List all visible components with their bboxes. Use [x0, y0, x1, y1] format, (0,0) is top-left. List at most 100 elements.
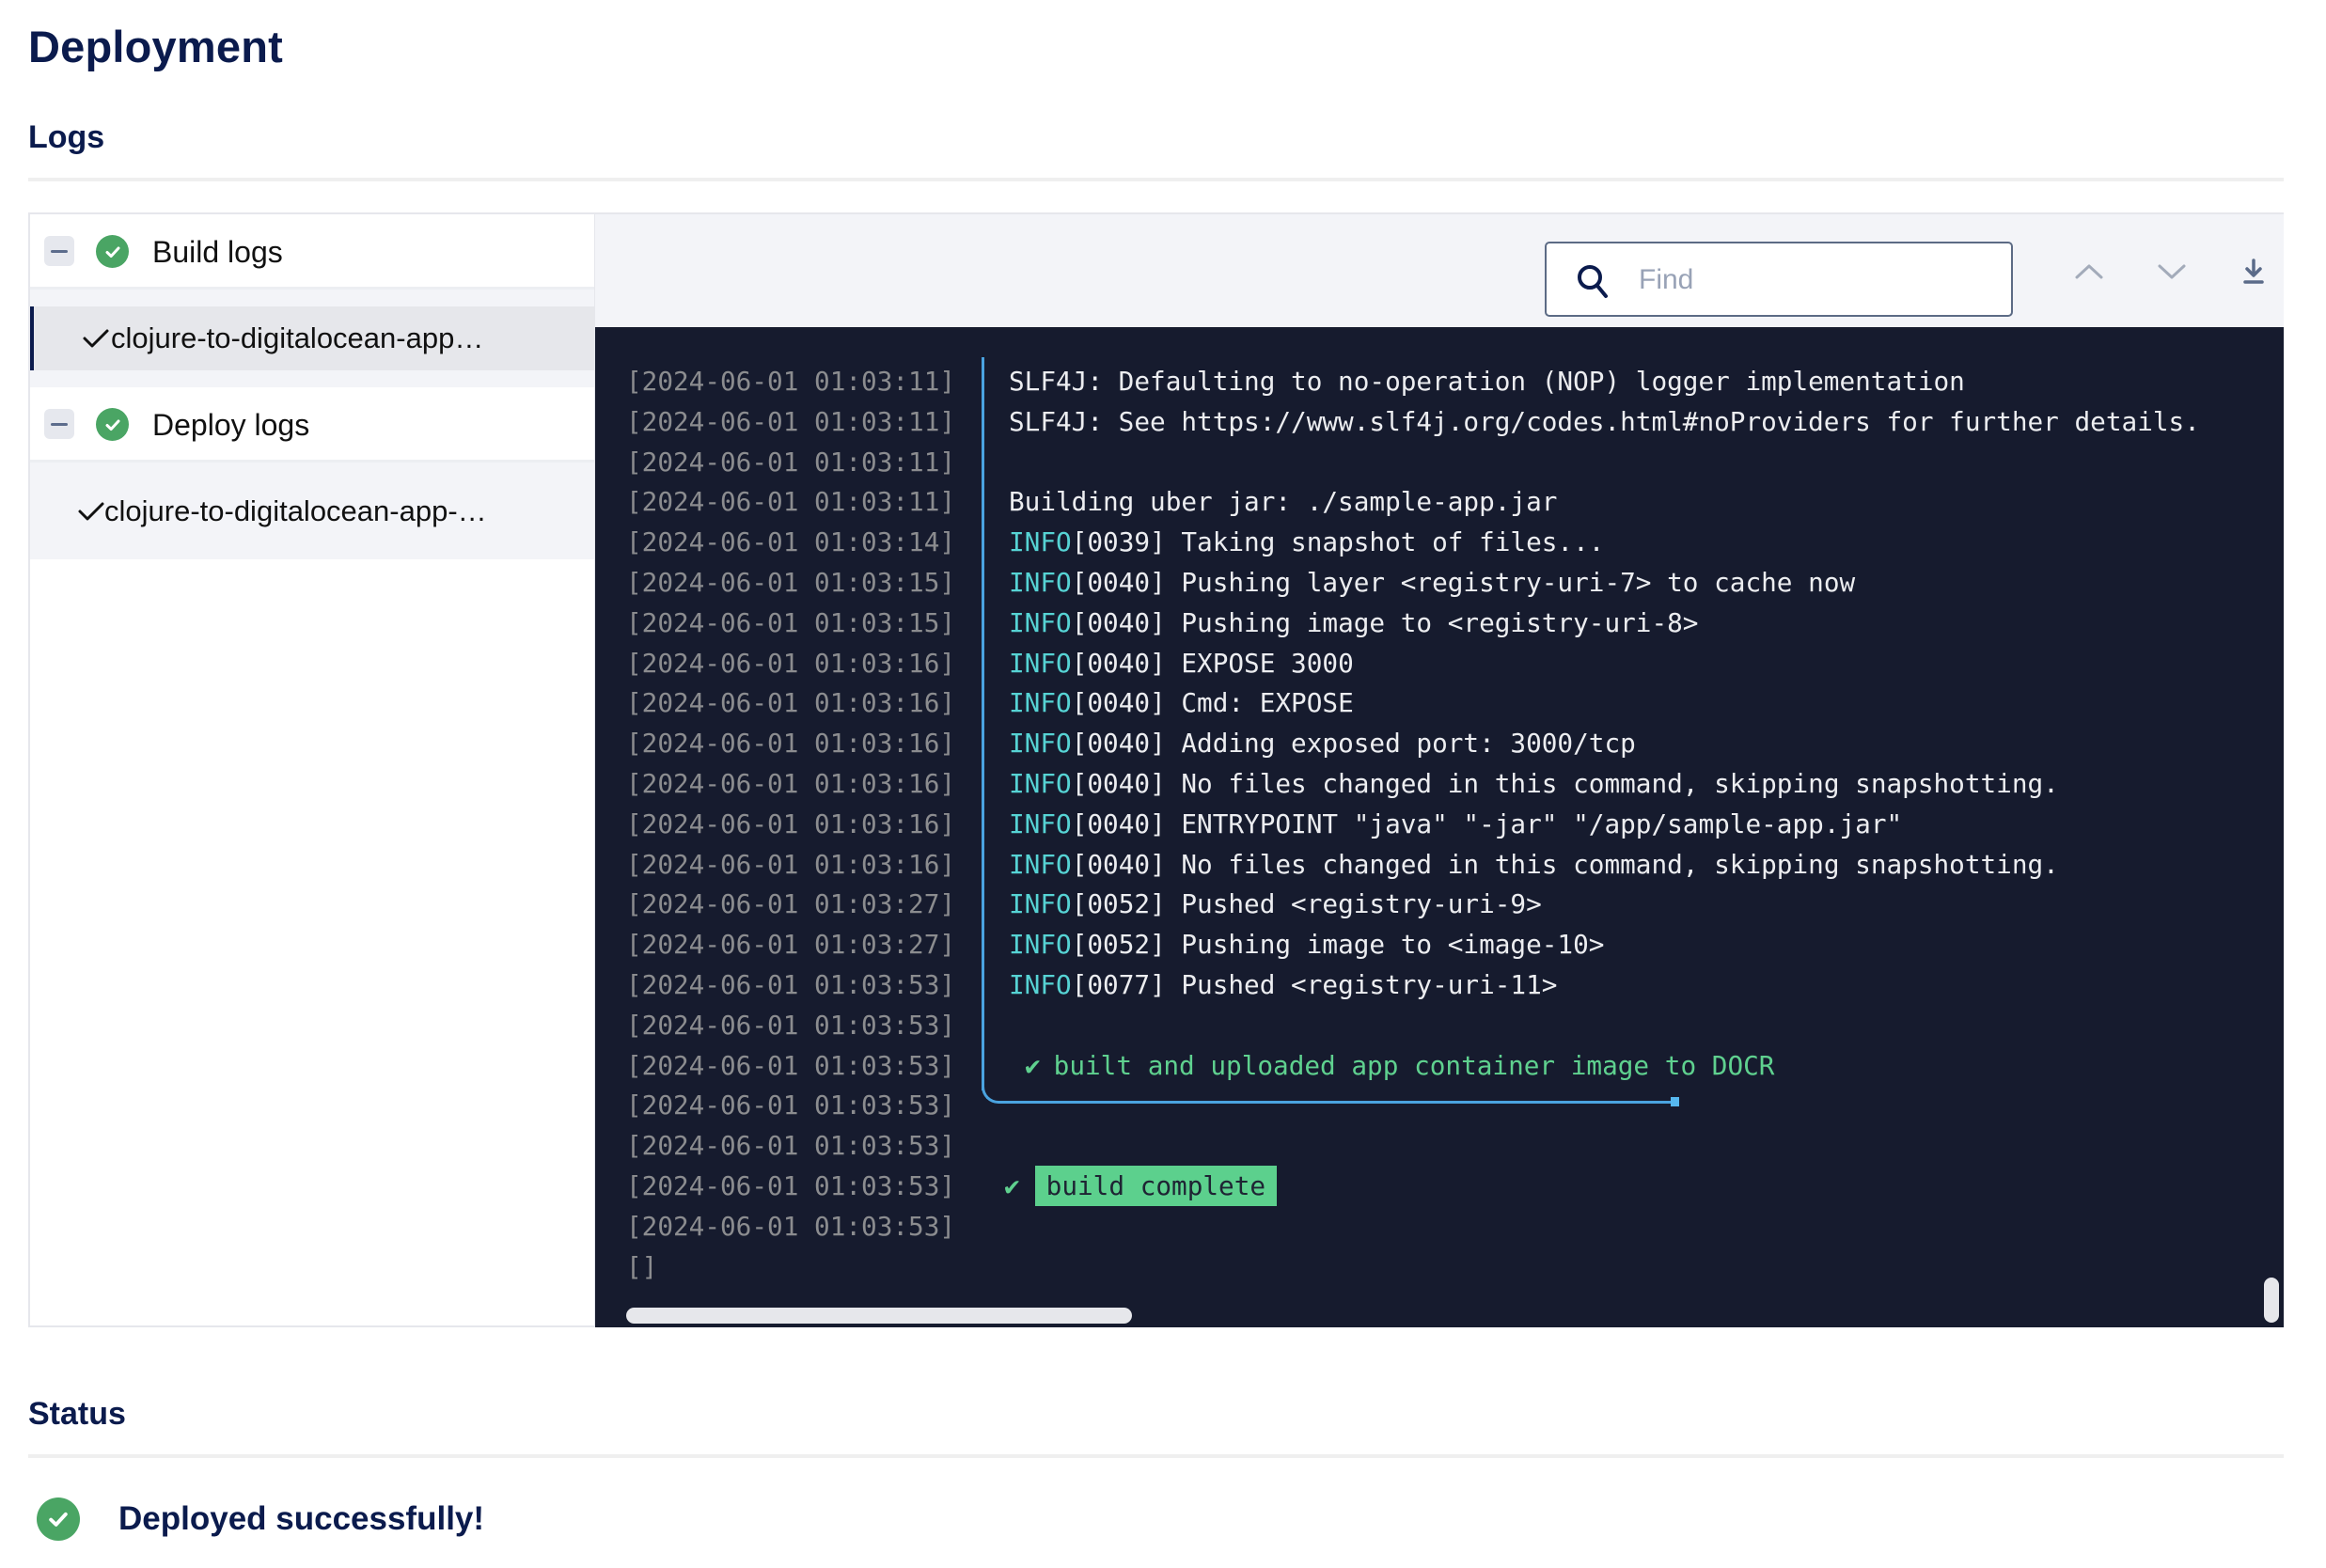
- log-timestamp: [2024-06-01 01:03:11]: [626, 366, 956, 397]
- log-text: [0040] No files changed in this command,…: [1071, 848, 2059, 880]
- tree-item-label: clojure-to-digitalocean-app-…: [104, 494, 487, 527]
- log-level-badge: INFO: [1009, 687, 1072, 719]
- log-timestamp: [2024-06-01 01:03:53]: [626, 969, 956, 1000]
- log-timestamp: [2024-06-01 01:03:15]: [626, 567, 956, 598]
- collapse-icon[interactable]: [44, 409, 74, 439]
- status-section-title: Status: [28, 1396, 126, 1432]
- log-output[interactable]: [2024-06-01 01:03:11] SLF4J: Defaulting t…: [595, 327, 2284, 1327]
- horizontal-scrollbar[interactable]: [626, 1308, 1132, 1324]
- log-timestamp: [2024-06-01 01:03:11]: [626, 446, 956, 478]
- log-text: [0040] Cmd: EXPOSE: [1071, 687, 1354, 719]
- tree-item-build-component[interactable]: clojure-to-digitalocean-app…: [30, 306, 594, 370]
- log-text: [0040] Adding exposed port: 3000/tcp: [1071, 728, 1636, 760]
- log-timestamp: [2024-06-01 01:03:16]: [626, 728, 956, 760]
- vertical-scrollbar[interactable]: [2264, 1278, 2279, 1323]
- success-check-icon: [37, 1497, 80, 1541]
- status-divider: [28, 1454, 2284, 1458]
- log-timestamp: [2024-06-01 01:03:15]: [626, 606, 956, 638]
- success-check-icon: [96, 408, 129, 441]
- log-message: Building uber jar: ./sample-app.jar: [1009, 486, 1558, 518]
- log-level-badge: INFO: [1009, 526, 1072, 558]
- log-toolbar: [595, 214, 2284, 327]
- tree-item-label: clojure-to-digitalocean-app…: [111, 321, 484, 354]
- log-line: [2024-06-01 01:03:11] SLF4J: Defaulting t…: [595, 361, 2284, 401]
- log-text: [0040] EXPOSE 3000: [1071, 647, 1354, 679]
- log-line: [2024-06-01 01:03:16] INFO[0040] Adding e…: [595, 723, 2284, 763]
- log-timestamp: [2024-06-01 01:03:14]: [626, 526, 956, 558]
- log-line: [2024-06-01 01:03:53] ✔ built and uploaded…: [595, 1045, 2284, 1086]
- log-message: INFO[0040] Pushing layer <registry-uri-7…: [1009, 562, 1855, 603]
- log-line: [2024-06-01 01:03:53]: [595, 1125, 2284, 1166]
- log-level-badge: INFO: [1009, 808, 1072, 839]
- log-timestamp: [2024-06-01 01:03:16]: [626, 647, 956, 679]
- log-message: INFO[0040] EXPOSE 3000: [1009, 643, 1354, 683]
- log-text: [0040] No files changed in this command,…: [1071, 768, 2059, 799]
- log-timestamp: [2024-06-01 01:03:11]: [626, 486, 956, 518]
- build-logs-children: clojure-to-digitalocean-app…: [30, 290, 594, 387]
- log-message: INFO[0040] Pushing image to <registry-ur…: [1009, 603, 1698, 643]
- log-timestamp: [2024-06-01 01:03:11]: [626, 405, 956, 437]
- log-level-badge: INFO: [1009, 888, 1072, 920]
- log-message: INFO[0077] Pushed <registry-uri-11>: [1009, 964, 1557, 1005]
- log-line: [2024-06-01 01:03:11]: [595, 442, 2284, 482]
- logs-section-title: Logs: [28, 119, 105, 155]
- log-message: INFO[0040] No files changed in this comm…: [1009, 844, 2059, 885]
- log-line: [2024-06-01 01:03:27] INFO[0052] Pushing …: [595, 924, 2284, 964]
- log-line: [2024-06-01 01:03:53] ✔ build complete: [595, 1166, 2284, 1206]
- download-logs-button[interactable]: [2232, 250, 2275, 293]
- download-icon: [2243, 259, 2264, 284]
- log-text: [0052] Pushing image to <image-10>: [1071, 929, 1605, 961]
- chevron-up-icon: [2075, 264, 2103, 279]
- success-check-icon: ✔: [1004, 1170, 1020, 1201]
- previous-match-button[interactable]: [2067, 250, 2111, 293]
- log-cursor: []: [626, 1250, 658, 1282]
- log-level-badge: INFO: [1009, 606, 1072, 638]
- logs-divider: [28, 178, 2284, 181]
- log-message: SLF4J: See https://www.slf4j.org/codes.h…: [1009, 405, 2200, 437]
- log-line: [2024-06-01 01:03:16] INFO[0040] No files…: [595, 844, 2284, 885]
- log-line: [2024-06-01 01:03:16] INFO[0040] ENTRYPOI…: [595, 804, 2284, 844]
- tree-group-label: Deploy logs: [152, 408, 310, 442]
- log-text: [0040] ENTRYPOINT "java" "-jar" "/app/sa…: [1071, 808, 1903, 839]
- log-line: [2024-06-01 01:03:53] INFO[0077] Pushed <…: [595, 964, 2284, 1005]
- log-timestamp: [2024-06-01 01:03:53]: [626, 1130, 956, 1162]
- log-message: INFO[0040] No files changed in this comm…: [1009, 763, 2059, 804]
- log-line: [2024-06-01 01:03:27] INFO[0052] Pushed <…: [595, 884, 2284, 924]
- log-message: INFO[0040] Cmd: EXPOSE: [1009, 682, 1354, 723]
- checkmark-icon: [83, 329, 109, 348]
- log-line: [2024-06-01 01:03:53]: [595, 1005, 2284, 1045]
- log-text: [0052] Pushed <registry-uri-9>: [1071, 888, 1542, 920]
- find-input[interactable]: [1637, 243, 1998, 317]
- log-timestamp: [2024-06-01 01:03:16]: [626, 808, 956, 839]
- log-level-badge: INFO: [1009, 929, 1072, 961]
- tree-item-deploy-component[interactable]: clojure-to-digitalocean-app-…: [30, 479, 594, 543]
- tree-group-deploy-logs[interactable]: Deploy logs: [30, 387, 594, 463]
- log-message: INFO[0052] Pushed <registry-uri-9>: [1009, 884, 1542, 924]
- log-message: ✔ build complete: [1004, 1166, 1278, 1206]
- log-timestamp: [2024-06-01 01:03:16]: [626, 768, 956, 799]
- log-level-badge: INFO: [1009, 728, 1072, 760]
- log-text: [0077] Pushed <registry-uri-11>: [1071, 969, 1558, 1000]
- step-success-text: built and uploaded app container image t…: [1053, 1049, 1775, 1081]
- log-message: INFO[0040] Adding exposed port: 3000/tcp: [1009, 723, 1636, 763]
- log-message: INFO[0052] Pushing image to <image-10>: [1009, 924, 1604, 964]
- collapse-icon[interactable]: [44, 236, 74, 266]
- log-level-badge: INFO: [1009, 768, 1072, 799]
- log-line: [2024-06-01 01:03:53]: [595, 1206, 2284, 1247]
- log-line: [2024-06-01 01:03:16] INFO[0040] No files…: [595, 763, 2284, 804]
- tree-group-build-logs[interactable]: Build logs: [30, 214, 594, 290]
- next-match-button[interactable]: [2150, 250, 2193, 293]
- log-message: INFO[0040] ENTRYPOINT "java" "-jar" "/ap…: [1009, 804, 1902, 844]
- build-complete-badge: build complete: [1034, 1166, 1278, 1206]
- success-check-icon: ✔: [1025, 1049, 1041, 1081]
- log-timestamp: [2024-06-01 01:03:53]: [626, 1090, 956, 1121]
- log-timestamp: [2024-06-01 01:03:16]: [626, 848, 956, 880]
- success-check-icon: [96, 235, 129, 268]
- log-timestamp: [2024-06-01 01:03:53]: [626, 1210, 956, 1242]
- log-cursor-line: []: [595, 1247, 2284, 1287]
- log-line: [2024-06-01 01:03:53]: [595, 1085, 2284, 1125]
- find-field[interactable]: [1545, 242, 2013, 317]
- deploy-logs-children: clojure-to-digitalocean-app-…: [30, 463, 594, 559]
- log-level-badge: INFO: [1009, 647, 1072, 679]
- chevron-down-icon: [2158, 264, 2186, 279]
